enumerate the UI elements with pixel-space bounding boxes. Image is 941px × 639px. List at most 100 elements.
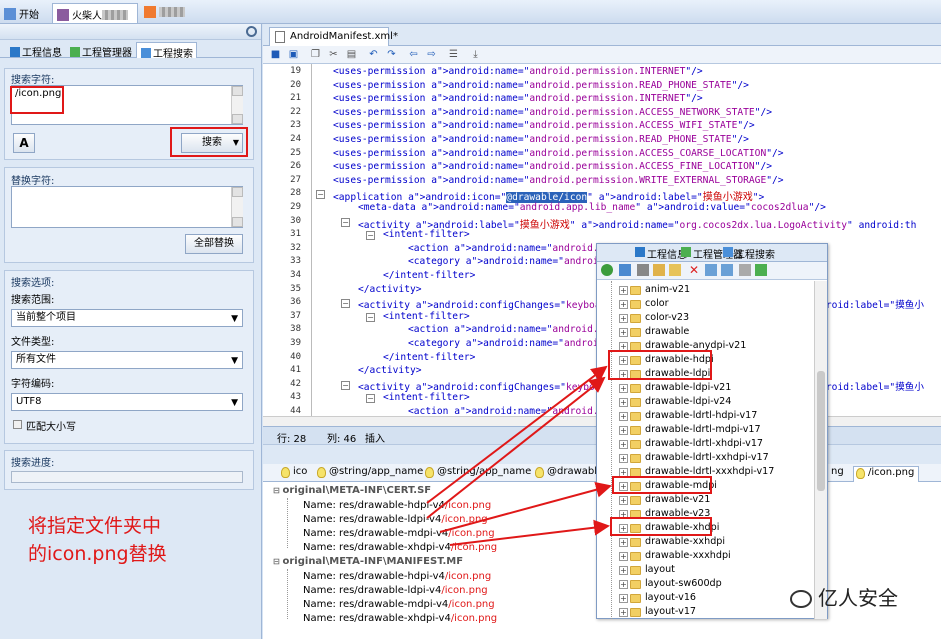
fold-toggle-icon[interactable]: − bbox=[341, 217, 350, 227]
results-tab[interactable]: ico bbox=[279, 466, 307, 482]
results-tab-active[interactable]: /icon.png bbox=[853, 466, 920, 482]
folder-item[interactable]: + color bbox=[597, 298, 815, 312]
folder-item[interactable]: + drawable-ldpi-v24 bbox=[597, 396, 815, 410]
folder-item[interactable]: + color-v23 bbox=[597, 312, 815, 326]
expand-icon[interactable]: + bbox=[619, 496, 628, 505]
lock-icon[interactable]: ■ bbox=[269, 48, 282, 61]
scroll-up-icon[interactable] bbox=[232, 187, 243, 197]
copy-icon[interactable]: ❐ bbox=[309, 48, 322, 61]
result-item[interactable]: Name: res/drawable-xhdpi-v4/icon.png bbox=[303, 542, 497, 553]
expand-icon[interactable]: + bbox=[619, 412, 628, 421]
folder-item[interactable]: + drawable-xxxhdpi bbox=[597, 550, 815, 564]
expand-icon[interactable]: + bbox=[619, 538, 628, 547]
fold-toggle-icon[interactable]: − bbox=[341, 380, 350, 390]
expand-icon[interactable]: + bbox=[619, 594, 628, 603]
folder-item[interactable]: + drawable-xxhdpi bbox=[597, 536, 815, 550]
tab-project-info[interactable]: 工程信息 bbox=[6, 42, 65, 59]
scroll-down-icon[interactable] bbox=[232, 114, 243, 124]
tab-redacted[interactable] bbox=[140, 3, 200, 23]
pin-icon[interactable] bbox=[246, 26, 257, 37]
format-icon[interactable]: ☰ bbox=[447, 48, 460, 61]
result-item[interactable]: Name: res/drawable-ldpi-v4/icon.png bbox=[303, 585, 488, 596]
rename-icon[interactable] bbox=[705, 264, 717, 276]
tab-start[interactable]: 开始 bbox=[0, 3, 50, 23]
encoding-select[interactable]: UTF8 ▼ bbox=[11, 393, 243, 411]
folder-item[interactable]: + anim-v21 bbox=[597, 284, 815, 298]
fold-toggle-icon[interactable]: − bbox=[316, 190, 325, 200]
popup-tab-search[interactable]: 工程搜索 bbox=[723, 246, 775, 261]
folder-item[interactable]: + layout-v17 bbox=[597, 606, 815, 619]
folder-item[interactable]: + layout-sw600dp bbox=[597, 578, 815, 592]
font-style-button[interactable]: A bbox=[13, 133, 35, 153]
expand-icon[interactable]: + bbox=[619, 454, 628, 463]
tab-project[interactable]: 火柴人 bbox=[52, 3, 138, 23]
folder-item[interactable]: + drawable-ldrtl-mdpi-v17 bbox=[597, 424, 815, 438]
export-icon[interactable]: ⤓ bbox=[469, 48, 482, 61]
result-group[interactable]: ⊟ original\META-INF\MANIFEST.MF bbox=[273, 556, 463, 567]
scroll-thumb[interactable] bbox=[817, 371, 825, 491]
copy-path-icon[interactable] bbox=[721, 264, 733, 276]
folder-item[interactable]: + drawable-ldrtl-xxhdpi-v17 bbox=[597, 452, 815, 466]
tab-androidmanifest[interactable]: AndroidManifest.xml* bbox=[269, 27, 398, 46]
results-tab[interactable]: @string/app_name bbox=[315, 466, 423, 482]
folder-icon[interactable] bbox=[669, 264, 681, 276]
collapse-icon[interactable]: ⊟ bbox=[273, 557, 283, 566]
expand-icon[interactable]: + bbox=[619, 566, 628, 575]
tab-project-search[interactable]: 工程搜索 bbox=[136, 42, 197, 60]
expand-icon[interactable]: + bbox=[619, 314, 628, 323]
fold-toggle-icon[interactable]: − bbox=[366, 231, 375, 241]
delete-icon[interactable]: ✕ bbox=[689, 264, 701, 276]
folder-item[interactable]: + drawable bbox=[597, 326, 815, 340]
expand-icon[interactable]: + bbox=[619, 608, 628, 617]
folder-item[interactable]: + layout bbox=[597, 564, 815, 578]
info-file-icon[interactable] bbox=[739, 264, 751, 276]
result-item[interactable]: Name: res/drawable-mdpi-v4/icon.png bbox=[303, 599, 495, 610]
refresh-icon[interactable] bbox=[601, 264, 613, 276]
result-item[interactable]: Name: res/drawable-hdpi-v4/icon.png bbox=[303, 500, 491, 511]
tab-project-manager[interactable]: 工程管理器 bbox=[66, 42, 135, 59]
open-folder-icon[interactable] bbox=[653, 264, 665, 276]
back-icon[interactable]: ⇦ bbox=[407, 48, 420, 61]
expand-icon[interactable]: + bbox=[619, 440, 628, 449]
fold-toggle-icon[interactable]: − bbox=[366, 394, 375, 404]
replace-input[interactable] bbox=[11, 186, 243, 228]
scroll-up-icon[interactable] bbox=[232, 86, 243, 96]
folder-item[interactable]: + drawable-ldrtl-hdpi-v17 bbox=[597, 410, 815, 424]
replace-all-button[interactable]: 全部替换 bbox=[185, 234, 243, 254]
expand-icon[interactable]: + bbox=[619, 286, 628, 295]
scroll-down-icon[interactable] bbox=[232, 217, 243, 227]
expand-icon[interactable]: + bbox=[619, 580, 628, 589]
expand-icon[interactable]: + bbox=[619, 552, 628, 561]
collapse-icon[interactable] bbox=[619, 264, 631, 276]
folder-item[interactable]: + drawable-ldrtl-xhdpi-v17 bbox=[597, 438, 815, 452]
result-item[interactable]: Name: res/drawable-hdpi-v4/icon.png bbox=[303, 571, 491, 582]
results-tab[interactable]: @drawabl bbox=[533, 466, 597, 482]
folder-item[interactable]: + drawable-v21 bbox=[597, 494, 815, 508]
folder-item[interactable]: + drawable-ldpi-v21 bbox=[597, 382, 815, 396]
search-input-scrollbar[interactable] bbox=[231, 86, 243, 124]
fold-toggle-icon[interactable]: − bbox=[341, 299, 350, 309]
folder-item[interactable]: + layout-v16 bbox=[597, 592, 815, 606]
undo-icon[interactable]: ↶ bbox=[367, 48, 380, 61]
replace-input-scrollbar[interactable] bbox=[231, 187, 243, 227]
result-item[interactable]: Name: res/drawable-mdpi-v4/icon.png bbox=[303, 528, 495, 539]
forward-icon[interactable]: ⇨ bbox=[425, 48, 438, 61]
scope-select[interactable]: 当前整个项目 ▼ bbox=[11, 309, 243, 327]
results-tab[interactable]: @string/app_name bbox=[423, 466, 531, 482]
expand-icon[interactable]: + bbox=[619, 398, 628, 407]
folder-tree-scrollbar[interactable] bbox=[814, 281, 827, 619]
expand-icon[interactable]: + bbox=[619, 426, 628, 435]
add-icon[interactable] bbox=[755, 264, 767, 276]
popup-tab-info[interactable]: 工程信息 bbox=[635, 246, 687, 261]
expand-icon[interactable]: + bbox=[619, 328, 628, 337]
window-icon[interactable] bbox=[637, 264, 649, 276]
filetype-select[interactable]: 所有文件 ▼ bbox=[11, 351, 243, 369]
result-group[interactable]: ⊟ original\META-INF\CERT.SF bbox=[273, 485, 431, 496]
expand-icon[interactable]: + bbox=[619, 384, 628, 393]
save-icon[interactable]: ▣ bbox=[287, 48, 300, 61]
result-item[interactable]: Name: res/drawable-ldpi-v4/icon.png bbox=[303, 514, 488, 525]
paste-icon[interactable]: ▤ bbox=[345, 48, 358, 61]
cut-icon[interactable]: ✂ bbox=[327, 48, 340, 61]
redo-icon[interactable]: ↷ bbox=[385, 48, 398, 61]
fold-toggle-icon[interactable]: − bbox=[366, 312, 375, 322]
